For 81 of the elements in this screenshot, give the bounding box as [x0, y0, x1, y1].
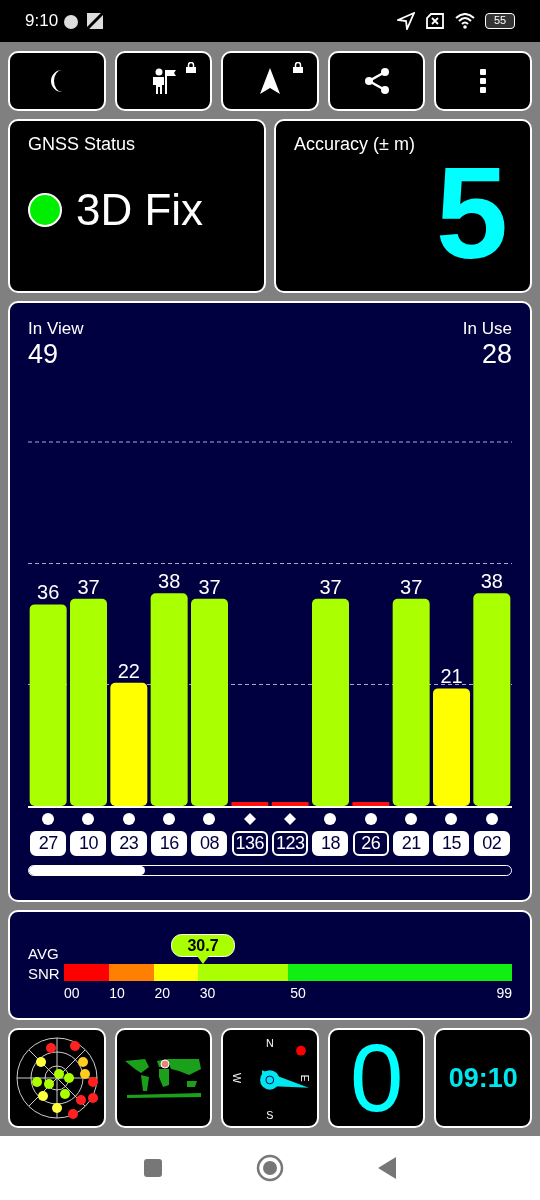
speed-value: 0 [349, 1030, 404, 1127]
scale-tick-label: 50 [290, 984, 306, 1004]
card-title: Accuracy (± m) [294, 133, 415, 157]
wifi-icon [455, 13, 475, 30]
compass-label: S [266, 1109, 274, 1122]
toolbar-button[interactable] [221, 51, 319, 112]
satellite-id-badge: 08 [191, 831, 228, 857]
satellite-id-badge: 21 [393, 831, 430, 857]
satellite-id-badge: 23 [110, 831, 147, 857]
no-sim-icon [425, 12, 445, 31]
scale-tick-label: 00 [64, 984, 80, 1004]
app-notification-icon [86, 12, 105, 31]
toolbar-button[interactable] [8, 51, 106, 112]
circle-marker-icon [82, 813, 95, 826]
more-icon [480, 69, 487, 94]
fix-status: 3D Fix [76, 188, 204, 233]
clock-tile[interactable]: 09:10 [434, 1028, 532, 1129]
compass-label: N [266, 1037, 274, 1050]
bar-value-label: 37 [400, 576, 423, 599]
compass-label: W [230, 1073, 243, 1084]
circle-marker-icon [485, 813, 498, 826]
dot-icon [296, 1046, 307, 1056]
circle-marker-icon [163, 813, 176, 826]
in-view-count: 49 [28, 339, 60, 370]
bar-value-label: 36 [37, 581, 60, 604]
satellite-id-badge: 10 [70, 831, 107, 857]
circle-marker-icon [42, 813, 55, 826]
snr-bar [271, 802, 309, 807]
bar-value-label: 38 [480, 570, 503, 593]
satellite-id-badge: 136 [231, 831, 268, 857]
circle-marker-icon [364, 813, 377, 826]
diamond-marker-icon [284, 813, 297, 826]
circle-marker-icon [324, 813, 337, 826]
battery-icon: 55 [485, 13, 515, 30]
bar-value-label: 21 [440, 665, 463, 688]
satellite-id-badge: 27 [30, 831, 67, 857]
circle-marker-icon [122, 813, 135, 826]
circle-marker-icon [203, 813, 216, 826]
scale-tick-label: 99 [496, 984, 512, 1004]
in-use-label: In Use [462, 319, 512, 340]
snr-bar [231, 802, 269, 807]
satellite-id-badge: 16 [151, 831, 188, 857]
satellite-id-badge: 26 [352, 831, 389, 857]
satellite-id-badge: 15 [433, 831, 470, 857]
avg-label: AVG [28, 944, 60, 965]
recents-icon[interactable] [144, 1159, 162, 1178]
bar-value-label: 37 [198, 576, 221, 599]
toolbar-button[interactable] [327, 51, 426, 112]
satellite-id-badge: 02 [473, 831, 510, 857]
in-view-label: In View [28, 319, 84, 340]
in-use-count: 28 [481, 339, 512, 370]
scale-tick-label: 30 [199, 984, 216, 1004]
home-icon[interactable] [256, 1154, 284, 1183]
notification-icon [62, 12, 81, 31]
back-icon[interactable] [378, 1157, 396, 1180]
compass-label: E [299, 1074, 312, 1082]
compass-needle-icon [260, 1070, 309, 1091]
diamond-marker-icon [243, 813, 256, 826]
bar-value-label: 37 [319, 576, 342, 599]
clock-value: 09:10 [448, 1062, 518, 1096]
world-map-tile[interactable] [114, 1028, 213, 1129]
card-title: GNSS Status [28, 133, 137, 157]
speed-tile[interactable]: 0 [327, 1028, 426, 1129]
sky-plot-tile[interactable] [8, 1028, 106, 1129]
location-icon [397, 12, 415, 31]
compass-tile[interactable]: N E S W [221, 1028, 319, 1129]
bar-value-label: 22 [117, 660, 140, 683]
scale-tick-label: 20 [154, 984, 171, 1004]
snr-label: SNR [28, 964, 61, 985]
status-time: 9:10 [25, 10, 59, 33]
accuracy-value: 5 [435, 158, 508, 269]
satellite-id-badge: 18 [312, 831, 349, 857]
snr-bar [352, 802, 390, 807]
scale-tick-label: 10 [109, 984, 125, 1004]
toolbar-button[interactable] [434, 51, 532, 112]
toolbar-button[interactable] [114, 51, 213, 112]
circle-marker-icon [445, 813, 458, 826]
circle-marker-icon [405, 813, 418, 826]
satellite-id-badge: 123 [272, 831, 309, 857]
bar-value-label: 37 [77, 576, 100, 599]
bar-value-label: 38 [158, 570, 181, 593]
